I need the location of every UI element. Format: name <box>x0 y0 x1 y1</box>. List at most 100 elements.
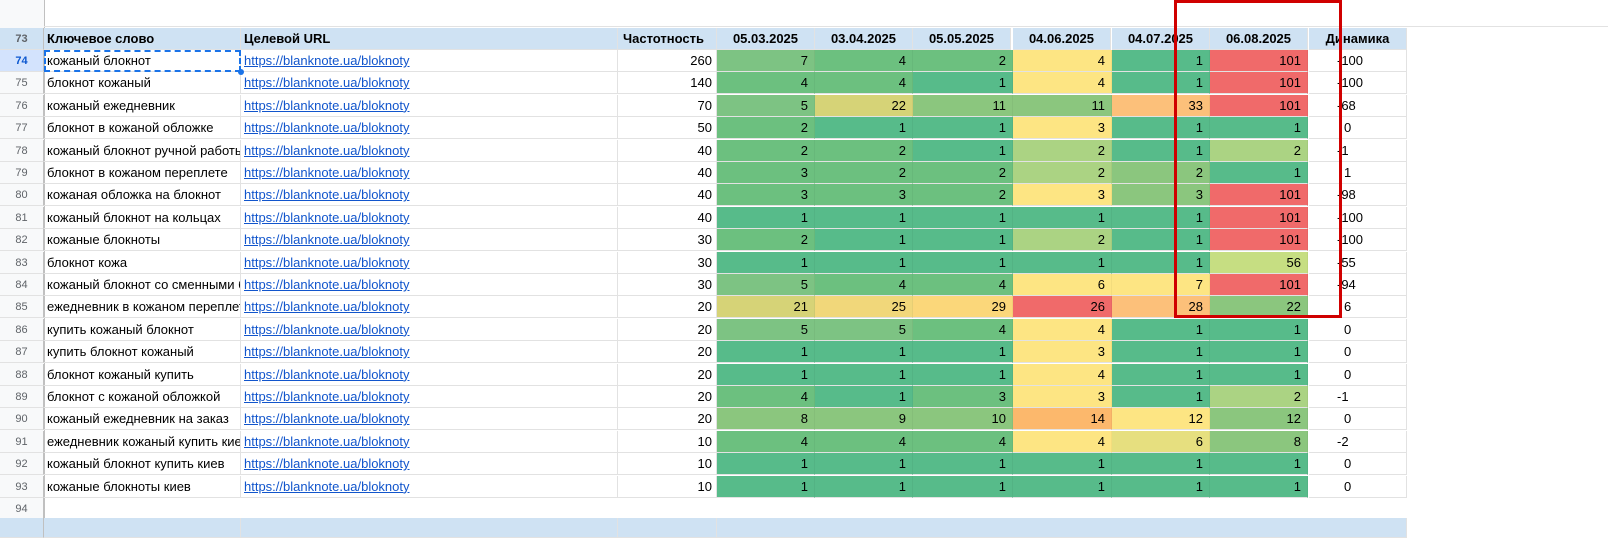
url-cell[interactable]: https://blanknote.ua/bloknoty <box>241 296 618 319</box>
position-cell[interactable]: 11 <box>1013 94 1112 117</box>
position-cell[interactable]: 3 <box>1013 184 1112 207</box>
position-cell[interactable]: 2 <box>717 229 815 252</box>
url-cell[interactable]: https://blanknote.ua/bloknoty <box>241 117 618 140</box>
position-cell[interactable]: 10 <box>913 408 1013 431</box>
position-cell[interactable]: 4 <box>815 50 913 72</box>
position-cell[interactable]: 1 <box>1112 206 1210 229</box>
url-link[interactable]: https://blanknote.ua/bloknoty <box>244 232 410 247</box>
dynamics-cell[interactable]: 0 <box>1309 117 1407 140</box>
position-cell[interactable]: 2 <box>1013 139 1112 162</box>
dynamics-cell[interactable]: -100 <box>1309 229 1407 252</box>
frequency-cell[interactable]: 40 <box>618 139 717 162</box>
frequency-cell[interactable]: 20 <box>618 408 717 431</box>
position-cell[interactable]: 4 <box>913 318 1013 341</box>
position-cell[interactable]: 8 <box>717 408 815 431</box>
dynamics-cell[interactable]: -2 <box>1309 430 1407 453</box>
position-cell[interactable]: 1 <box>1112 386 1210 408</box>
position-cell[interactable]: 1 <box>913 341 1013 364</box>
url-link[interactable]: https://blanknote.ua/bloknoty <box>244 367 410 382</box>
dynamics-cell[interactable]: 0 <box>1309 408 1407 431</box>
position-cell[interactable]: 2 <box>717 117 815 140</box>
row-number[interactable]: 83 <box>0 251 44 274</box>
position-cell[interactable]: 1 <box>1210 363 1308 386</box>
url-cell[interactable]: https://blanknote.ua/bloknoty <box>241 162 618 184</box>
position-cell[interactable]: 8 <box>1210 430 1308 453</box>
position-cell[interactable]: 101 <box>1210 184 1308 207</box>
dynamics-cell[interactable]: -100 <box>1309 72 1407 95</box>
position-cell[interactable]: 1 <box>1013 475 1112 498</box>
keyword-cell[interactable]: блокнот кожа <box>44 251 241 274</box>
url-cell[interactable]: https://blanknote.ua/bloknoty <box>241 274 618 296</box>
keyword-cell[interactable]: блокнот в кожаной обложке <box>44 117 241 140</box>
keyword-cell[interactable]: кожаный блокнот со сменными блоками <box>44 274 241 296</box>
position-cell[interactable]: 6 <box>1013 274 1112 296</box>
row-number[interactable]: 89 <box>0 386 44 408</box>
frequency-cell[interactable]: 10 <box>618 430 717 453</box>
position-cell[interactable]: 1 <box>717 206 815 229</box>
row-number[interactable] <box>0 518 44 538</box>
keyword-cell[interactable]: кожаные блокноты <box>44 229 241 252</box>
dynamics-cell[interactable]: 0 <box>1309 341 1407 364</box>
url-cell[interactable]: https://blanknote.ua/bloknoty <box>241 363 618 386</box>
url-link[interactable]: https://blanknote.ua/bloknoty <box>244 479 410 494</box>
position-cell[interactable]: 3 <box>815 184 913 207</box>
row-number[interactable]: 77 <box>0 117 44 140</box>
dynamics-cell[interactable]: -68 <box>1309 94 1407 117</box>
position-cell[interactable]: 1 <box>913 206 1013 229</box>
position-cell[interactable]: 7 <box>717 50 815 72</box>
header-date[interactable]: 04.06.2025 <box>1013 28 1111 50</box>
position-cell[interactable]: 1 <box>717 475 815 498</box>
position-cell[interactable]: 1 <box>1112 475 1210 498</box>
position-cell[interactable]: 1 <box>717 453 815 476</box>
row-number[interactable]: 78 <box>0 139 44 162</box>
url-cell[interactable]: https://blanknote.ua/bloknoty <box>241 72 618 95</box>
position-cell[interactable]: 101 <box>1210 72 1308 95</box>
url-link[interactable]: https://blanknote.ua/bloknoty <box>244 299 410 314</box>
position-cell[interactable]: 3 <box>1013 341 1112 364</box>
position-cell[interactable]: 1 <box>1112 72 1210 95</box>
header-url[interactable] <box>241 518 618 538</box>
position-cell[interactable]: 1 <box>1112 453 1210 476</box>
dynamics-cell[interactable]: 0 <box>1309 453 1407 476</box>
row-number[interactable]: 87 <box>0 341 44 364</box>
position-cell[interactable]: 1 <box>913 117 1013 140</box>
position-cell[interactable]: 4 <box>815 274 913 296</box>
row-number[interactable]: 79 <box>0 162 44 184</box>
position-cell[interactable]: 4 <box>815 72 913 95</box>
frequency-cell[interactable]: 70 <box>618 94 717 117</box>
position-cell[interactable]: 1 <box>1112 251 1210 274</box>
position-cell[interactable]: 1 <box>815 475 913 498</box>
position-cell[interactable]: 1 <box>1210 117 1308 140</box>
url-link[interactable]: https://blanknote.ua/bloknoty <box>244 75 410 90</box>
position-cell[interactable]: 4 <box>913 274 1013 296</box>
position-cell[interactable]: 4 <box>1013 72 1112 95</box>
position-cell[interactable]: 1 <box>815 453 913 476</box>
header-date[interactable]: 05.05.2025 <box>913 28 1011 50</box>
dynamics-cell[interactable]: -100 <box>1309 206 1407 229</box>
position-cell[interactable]: 26 <box>1013 296 1112 319</box>
position-cell[interactable]: 5 <box>717 94 815 117</box>
row-number[interactable]: 90 <box>0 408 44 431</box>
position-cell[interactable]: 12 <box>1210 408 1308 431</box>
position-cell[interactable]: 1 <box>1013 206 1112 229</box>
frequency-cell[interactable]: 40 <box>618 206 717 229</box>
frequency-cell[interactable]: 40 <box>618 184 717 207</box>
position-cell[interactable]: 101 <box>1210 206 1308 229</box>
url-link[interactable]: https://blanknote.ua/bloknoty <box>244 98 410 113</box>
url-cell[interactable]: https://blanknote.ua/bloknoty <box>241 475 618 498</box>
keyword-cell[interactable]: кожаный ежедневник <box>44 94 241 117</box>
url-link[interactable]: https://blanknote.ua/bloknoty <box>244 53 410 68</box>
position-cell[interactable]: 1 <box>1112 363 1210 386</box>
position-cell[interactable]: 1 <box>717 341 815 364</box>
frequency-cell[interactable]: 20 <box>618 296 717 319</box>
position-cell[interactable]: 1 <box>1112 50 1210 72</box>
header-date[interactable]: 03.04.2025 <box>815 28 913 50</box>
position-cell[interactable]: 101 <box>1210 229 1308 252</box>
url-cell[interactable]: https://blanknote.ua/bloknoty <box>241 386 618 408</box>
keyword-cell[interactable]: кожаный ежедневник на заказ <box>44 408 241 431</box>
header-frequency[interactable]: Частотность <box>618 28 717 50</box>
frequency-cell[interactable]: 260 <box>618 50 717 72</box>
position-cell[interactable]: 1 <box>1210 453 1308 476</box>
frequency-cell[interactable]: 30 <box>618 274 717 296</box>
url-link[interactable]: https://blanknote.ua/bloknoty <box>244 322 410 337</box>
